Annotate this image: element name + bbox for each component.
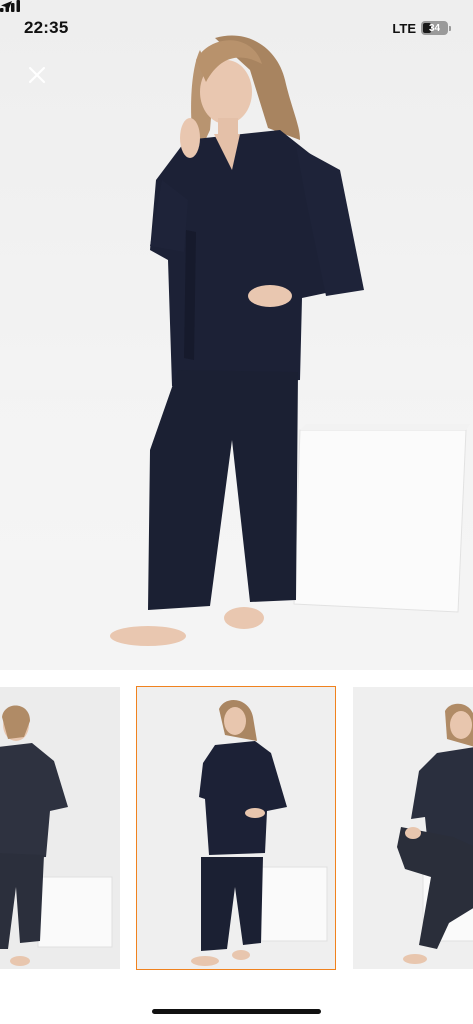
battery-level: 34: [428, 22, 441, 34]
close-icon: [28, 66, 46, 84]
thumbnail-2[interactable]: [136, 686, 336, 970]
product-main-image[interactable]: 22:35 LTE 34: [0, 0, 473, 670]
model-photo: [0, 35, 473, 670]
network-type: LTE: [392, 20, 416, 36]
thumbnail-1[interactable]: [0, 687, 120, 969]
clock: 22:35: [24, 18, 69, 37]
status-right: LTE 34: [0, 0, 451, 36]
status-left: 22:35: [1, 1, 74, 38]
home-indicator[interactable]: [152, 1009, 321, 1014]
thumbnail-strip: [0, 670, 473, 990]
thumbnail-3[interactable]: [353, 687, 473, 969]
status-bar: 22:35 LTE 34: [0, 0, 473, 56]
battery-icon: 34: [421, 21, 451, 35]
close-button[interactable]: [28, 66, 58, 96]
